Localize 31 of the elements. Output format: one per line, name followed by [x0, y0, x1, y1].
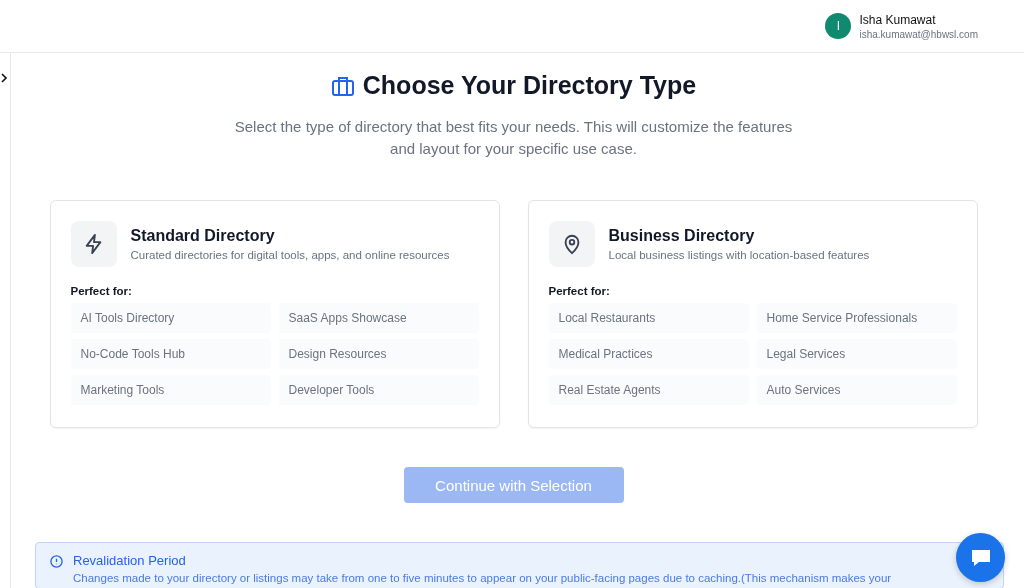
user-name: Isha Kumawat [859, 12, 937, 27]
example-chip: Real Estate Agents [548, 375, 749, 405]
example-chip: Local Restaurants [548, 303, 749, 333]
expand-chevron-icon[interactable] [0, 73, 8, 83]
perfect-for-label: Perfect for: [70, 285, 133, 297]
directory-type-card[interactable]: Business Directory Local business listings with location-based features Perfect for: Local Restaurants Home Service Professionals Medical Practices Legal Services Real Estate Agents Auto Services [527, 200, 978, 428]
example-chip: Design Resources [278, 339, 479, 369]
user-email: isha.kumawat@hbwsl.com [859, 28, 978, 40]
banner-text: Changes made to your directory or listings may take from one to five minutes to appear on your public-facing pages due to caching.(This mechanism makes your [73, 572, 892, 584]
example-chip: Legal Services [756, 339, 957, 369]
example-chip: Marketing Tools [70, 375, 271, 405]
page-subtitle: Select the type of directory that best fits your needs. This will customize the features and layout for your specific use case. [233, 117, 794, 159]
card-title: Business Directory [608, 227, 756, 245]
example-chip: Medical Practices [548, 339, 749, 369]
info-icon [50, 555, 63, 568]
card-description: Local business listings with location-based features [608, 249, 870, 261]
page-heading: Choose Your Directory Type [330, 71, 697, 100]
briefcase-icon [330, 74, 355, 97]
example-chip: Home Service Professionals [756, 303, 957, 333]
example-chip: AI Tools Directory [70, 303, 271, 333]
example-chip: Auto Services [756, 375, 957, 405]
example-chip: Developer Tools [278, 375, 479, 405]
card-title: Standard Directory [130, 227, 276, 245]
directory-type-card[interactable] [49, 200, 500, 428]
banner-title: Revalidation Period [73, 553, 187, 568]
perfect-for-label: Perfect for: [548, 285, 611, 297]
card-description: Curated directories for digital tools, apps, and online resources [130, 249, 450, 261]
example-chip: SaaS Apps Showcase [278, 303, 479, 333]
chat-bubble-icon [969, 547, 992, 568]
example-chip: No-Code Tools Hub [70, 339, 271, 369]
user-avatar[interactable]: I [825, 13, 852, 39]
